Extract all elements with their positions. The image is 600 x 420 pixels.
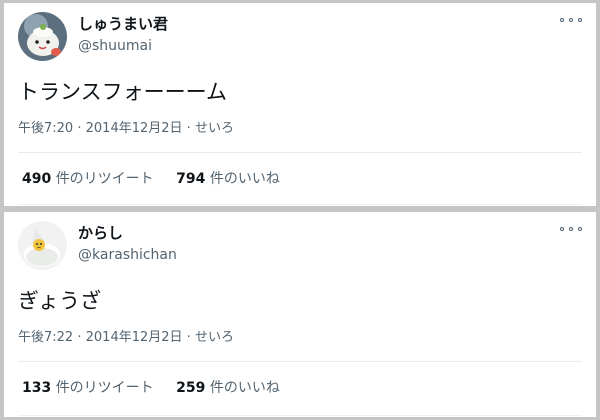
meta-separator: · — [77, 121, 82, 136]
retweet-label: 件のリツイート — [55, 380, 154, 396]
shumai-character-avatar-icon — [18, 12, 67, 61]
like-count: 259 — [176, 380, 206, 396]
retweet-count: 133 — [22, 380, 52, 396]
divider — [18, 361, 582, 362]
tweet-client[interactable]: せいろ — [195, 121, 234, 136]
user-handle[interactable]: @karashichan — [78, 246, 177, 264]
tweet-meta: 午後7:22 · 2014年12月2日 · せいろ — [18, 330, 234, 346]
tweet-stats: 490 件のリツイート 794 件のいいね — [22, 170, 298, 188]
more-options-icon[interactable] — [560, 13, 582, 27]
dot-icon — [569, 18, 573, 22]
tweet-date[interactable]: 2014年12月2日 — [86, 121, 183, 136]
retweet-label: 件のリツイート — [55, 171, 154, 187]
retweet-count-link[interactable]: 490 件のリツイート — [22, 171, 154, 187]
tweet-time[interactable]: 午後7:20 — [18, 121, 73, 136]
tweet-card: しゅうまい君 @shuumai トランスフォーーーム 午後7:20 · 2014… — [4, 3, 596, 206]
tweet-text: ぎょうざ — [18, 289, 101, 313]
avatar[interactable] — [18, 221, 67, 270]
dot-icon — [578, 18, 582, 22]
avatar[interactable] — [18, 12, 67, 61]
tweet-date[interactable]: 2014年12月2日 — [86, 330, 183, 345]
display-name[interactable]: からし — [78, 224, 123, 242]
dot-icon — [560, 227, 564, 231]
divider — [18, 152, 582, 153]
tweet-screenshot: しゅうまい君 @shuumai トランスフォーーーム 午後7:20 · 2014… — [0, 0, 600, 420]
like-label: 件のいいね — [209, 380, 280, 396]
tweet-meta: 午後7:20 · 2014年12月2日 · せいろ — [18, 121, 234, 137]
tweet-stats: 133 件のリツイート 259 件のいいね — [22, 379, 298, 397]
more-options-icon[interactable] — [560, 222, 582, 236]
retweet-count-link[interactable]: 133 件のリツイート — [22, 380, 154, 396]
meta-separator: · — [77, 330, 82, 345]
divider — [18, 415, 582, 416]
tweet-client[interactable]: せいろ — [195, 330, 234, 345]
tweet-time[interactable]: 午後7:22 — [18, 330, 73, 345]
retweet-count: 490 — [22, 171, 52, 187]
like-label: 件のいいね — [209, 171, 280, 187]
tweet-text: トランスフォーーーム — [18, 80, 227, 104]
meta-separator: · — [186, 330, 191, 345]
karashi-character-avatar-icon — [18, 221, 67, 270]
dot-icon — [560, 18, 564, 22]
like-count-link[interactable]: 259 件のいいね — [176, 380, 280, 396]
dot-icon — [569, 227, 573, 231]
like-count: 794 — [176, 171, 206, 187]
display-name[interactable]: しゅうまい君 — [78, 15, 168, 33]
divider — [18, 204, 582, 205]
dot-icon — [578, 227, 582, 231]
tweet-card: からし @karashichan ぎょうざ 午後7:22 · 2014年12月2… — [4, 212, 596, 417]
like-count-link[interactable]: 794 件のいいね — [176, 171, 280, 187]
user-handle[interactable]: @shuumai — [78, 37, 152, 55]
meta-separator: · — [186, 121, 191, 136]
